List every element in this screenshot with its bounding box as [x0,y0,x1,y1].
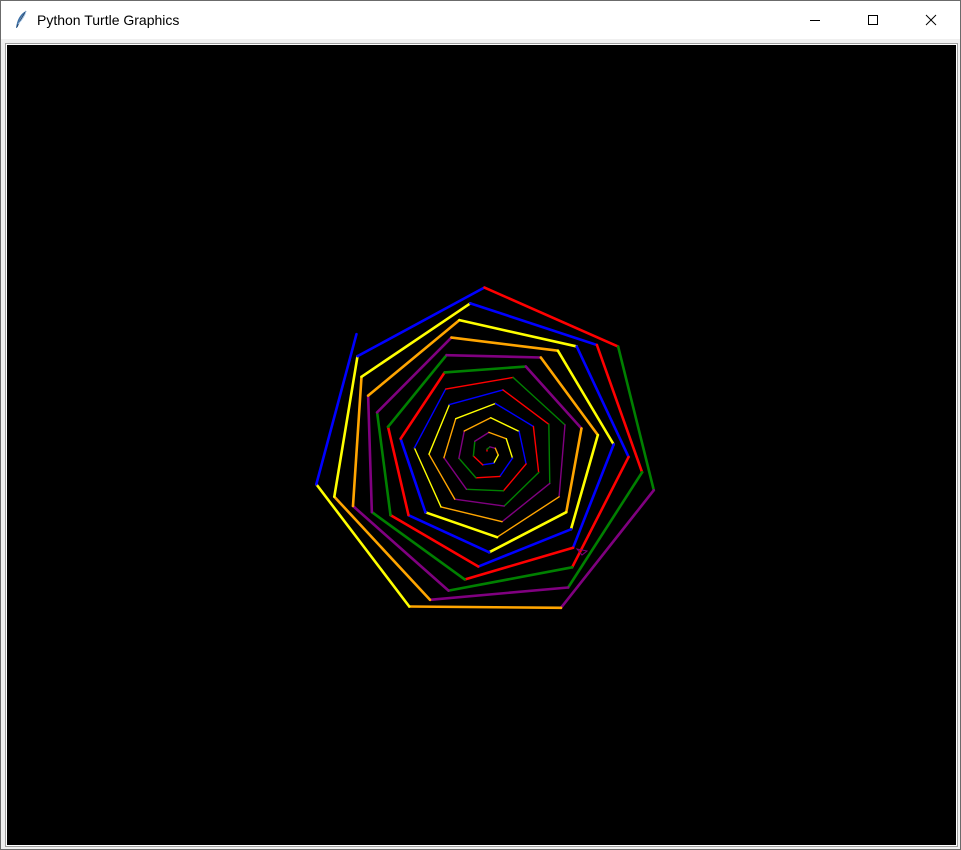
spiral-stroke [463,546,575,581]
close-button[interactable] [902,1,960,39]
turtle-window: Python Turtle Graphics [0,0,961,850]
spiral-stroke [458,457,477,479]
spiral-stroke [570,455,630,569]
maximize-button[interactable] [844,1,902,39]
spiral-stroke [366,394,374,514]
spiral-stroke [490,417,520,433]
spiral-stroke [472,440,476,457]
close-icon [925,14,937,26]
spiral-stroke [444,376,514,390]
window-controls [786,1,960,39]
canvas-frame [5,43,958,847]
spiral-stroke [548,423,551,485]
window-title: Python Turtle Graphics [37,12,180,28]
spiral-stroke [595,343,644,474]
spiral-stroke [558,424,566,498]
spiral-stroke [475,475,501,479]
spiral-stroke [455,402,497,420]
spiral-stroke [532,425,540,474]
spiral-stroke [407,605,563,610]
spiral-stroke [489,446,496,449]
spiral-stroke [448,389,504,406]
spiral-stroke [440,506,503,523]
spiral-stroke [428,453,456,500]
spiral-stroke [518,430,527,465]
spiral-stroke [413,388,447,449]
spiral-stroke [501,482,551,523]
spiral-stroke [465,488,505,492]
turtle-canvas[interactable] [7,45,956,845]
maximize-icon [868,15,878,25]
spiral-stroke [315,482,411,608]
spiral-stroke [454,498,505,507]
spiral-stroke [424,511,499,539]
spiral-stroke [443,365,528,374]
spiral-stroke [413,447,442,508]
spiral-stroke [386,425,410,517]
spiral-stroke [443,418,457,459]
spiral-stroke [351,375,363,508]
spiral-stroke [559,488,656,610]
minimize-button[interactable] [786,1,844,39]
spiral-stroke [458,430,465,459]
spiral-stroke [483,286,620,348]
spiral-stroke [482,462,495,466]
spiral-drawing [315,286,656,610]
spiral-stroke [503,471,540,507]
spiral-stroke [505,438,514,459]
spiral-stroke [474,431,490,442]
spiral-stroke [333,495,432,602]
spiral-stroke [445,353,543,359]
spiral-stroke [494,447,499,456]
spiral-stroke [569,433,600,531]
spiral-stroke [472,455,484,466]
spiral-stroke [315,332,358,486]
title-bar[interactable]: Python Turtle Graphics [1,1,960,39]
spiral-stroke [488,431,507,440]
spiral-stroke [375,336,453,414]
spiral-stroke [493,454,499,464]
spiral-stroke [428,403,451,455]
spiral-stroke [499,457,514,478]
spiral-stroke [360,302,472,379]
spiral-stroke [351,504,450,592]
feather-icon [13,10,29,30]
spiral-stroke [502,463,527,492]
spiral-stroke [502,389,550,425]
spiral-stroke [463,417,492,432]
minimize-icon [810,20,820,21]
